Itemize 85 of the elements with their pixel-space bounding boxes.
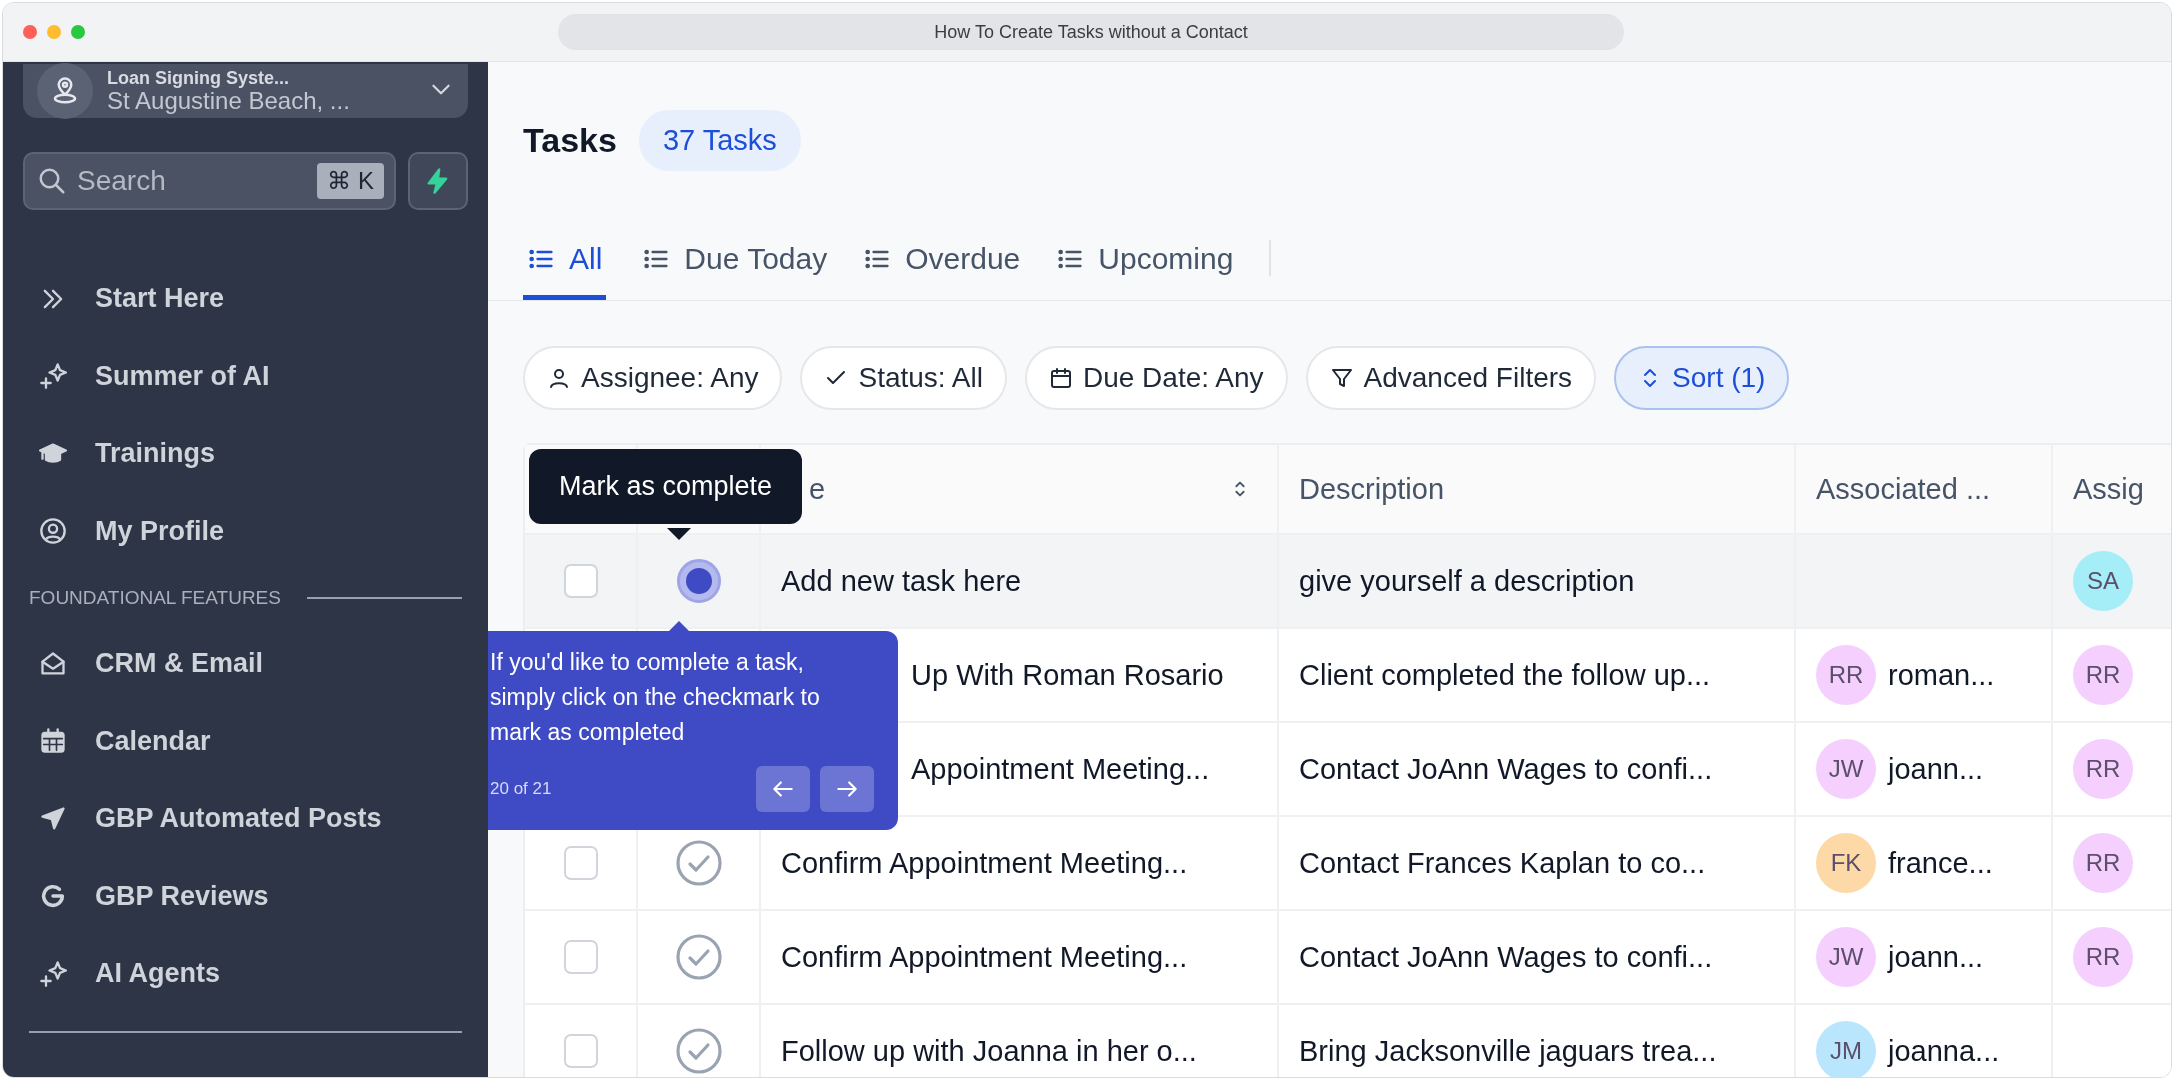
search-box[interactable]: Search ⌘ K	[23, 152, 396, 210]
search-icon	[37, 166, 67, 196]
contact-avatar: JW	[1816, 927, 1876, 987]
task-description: Client completed the follow up...	[1299, 658, 1711, 692]
minimize-window-dot[interactable]	[47, 25, 61, 39]
task-description: Contact JoAnn Wages to confi...	[1299, 752, 1713, 786]
assignee-avatar: RR	[2073, 833, 2133, 893]
filter-button[interactable]: Advanced Filters	[1305, 346, 1597, 410]
sidebar-item[interactable]: My Profile	[23, 492, 468, 570]
tooltip: Mark as complete	[529, 449, 803, 524]
previous-button[interactable]	[756, 766, 810, 812]
row-checkbox[interactable]	[563, 564, 598, 598]
column-header: Description	[1299, 472, 1445, 506]
contact-avatar: RR	[1816, 645, 1876, 705]
next-button[interactable]	[820, 766, 874, 812]
maximize-window-dot[interactable]	[71, 25, 85, 39]
task-name: Appointment Meeting...	[911, 752, 1210, 786]
search-field[interactable]: Search	[77, 165, 308, 197]
calendar-icon	[1048, 366, 1073, 390]
close-window-dot[interactable]	[23, 25, 37, 39]
check-circle-icon	[674, 1027, 723, 1075]
assignee-avatar: RR	[2073, 927, 2133, 987]
contact-name: france...	[1888, 846, 1993, 880]
sidebar-item[interactable]: Calendar	[23, 702, 468, 780]
assignee-avatar: RR	[2073, 739, 2133, 799]
column-header: Associated ...	[1816, 472, 1991, 506]
column-header: e	[809, 472, 826, 506]
row-checkbox[interactable]	[563, 940, 598, 974]
contact-name: joann...	[1888, 752, 1984, 786]
contact-name: joann...	[1888, 940, 1984, 974]
task-count: 37 Tasks	[638, 109, 801, 171]
task-name: Confirm Appointment Meeting...	[781, 940, 1188, 974]
table-row[interactable]: Follow up with Joanna in her o... Bring Jacksonville jaguars trea... JM joanna...	[525, 1005, 2171, 1077]
section-heading: FOUNDATIONAL FEATURES	[29, 586, 281, 609]
sidebar-item[interactable]: GBP Automated Posts	[23, 780, 468, 858]
sidebar-item[interactable]: Trainings	[23, 415, 468, 493]
tour-step-counter: 20 of 21	[490, 779, 552, 799]
task-name: Add new task here	[781, 564, 1022, 598]
calendar-icon	[39, 727, 67, 756]
table-row[interactable]: Confirm Appointment Meeting... Contact JoAnn Wages to confi... JW joann... RR	[525, 911, 2171, 1005]
contact-avatar: JW	[1816, 739, 1876, 799]
funnel-icon	[1329, 366, 1354, 390]
filter-button[interactable]: Sort (1)	[1614, 346, 1790, 410]
row-checkbox[interactable]	[563, 1034, 598, 1068]
task-description: Contact JoAnn Wages to confi...	[1299, 940, 1713, 974]
check-circle-icon	[674, 933, 723, 981]
contact-avatar: JM	[1816, 1021, 1876, 1077]
user-circle-icon	[39, 517, 67, 546]
filter-button[interactable]: Due Date: Any	[1024, 346, 1288, 410]
address-bar[interactable]: How To Create Tasks without a Contact	[558, 14, 1624, 50]
filter-button[interactable]: Assignee: Any	[523, 346, 783, 410]
sidebar-item[interactable]: GBP Reviews	[23, 857, 468, 935]
row-checkbox[interactable]	[563, 846, 598, 880]
task-description: give yourself a description	[1299, 564, 1635, 598]
sparkle-plus-icon	[39, 959, 67, 988]
filter-tab[interactable]: Overdue	[863, 222, 1021, 300]
filter-tab[interactable]: Due Today	[642, 222, 828, 300]
assignee-avatar: SA	[2073, 551, 2133, 611]
sidebar-item[interactable]: CRM & Email	[23, 625, 468, 703]
person-icon	[547, 366, 571, 390]
page-title: Tasks	[523, 120, 617, 160]
contact-name: roman...	[1888, 658, 1995, 692]
sidebar-item[interactable]: AI Agents	[23, 935, 468, 1013]
quick-action-button[interactable]	[408, 152, 468, 210]
sidebar-item[interactable]: Start Here	[23, 260, 468, 338]
column-header: Assig	[2073, 472, 2144, 506]
table-row[interactable]: Add new task here give yourself a description SA	[525, 535, 2171, 629]
filter-button[interactable]: Status: All	[800, 346, 1007, 410]
task-name: Up With Roman Rosario	[911, 658, 1224, 692]
sidebar-item[interactable]: Summer of AI	[23, 337, 468, 415]
task-description: Contact Frances Kaplan to co...	[1299, 846, 1706, 880]
filter-tab[interactable]: Upcoming	[1056, 222, 1234, 300]
sparkle-plus-icon	[39, 362, 67, 391]
task-name: Follow up with Joanna in her o...	[781, 1034, 1197, 1068]
contact-name: joanna...	[1888, 1034, 2000, 1068]
shortcut-key: ⌘ K	[317, 163, 384, 199]
contact-avatar: FK	[1816, 833, 1876, 893]
task-description: Bring Jacksonville jaguars trea...	[1299, 1034, 1717, 1068]
account-switcher[interactable]: Loan Signing Syste... St Augustine Beach, ...	[23, 64, 468, 118]
tooltip-pointer-icon	[667, 528, 691, 540]
check-circle-icon	[674, 839, 723, 887]
assignee-avatar: RR	[2073, 645, 2133, 705]
envelope-icon	[39, 649, 67, 678]
complete-toggle[interactable]	[676, 559, 721, 603]
task-name: Confirm Appointment Meeting...	[781, 846, 1188, 880]
